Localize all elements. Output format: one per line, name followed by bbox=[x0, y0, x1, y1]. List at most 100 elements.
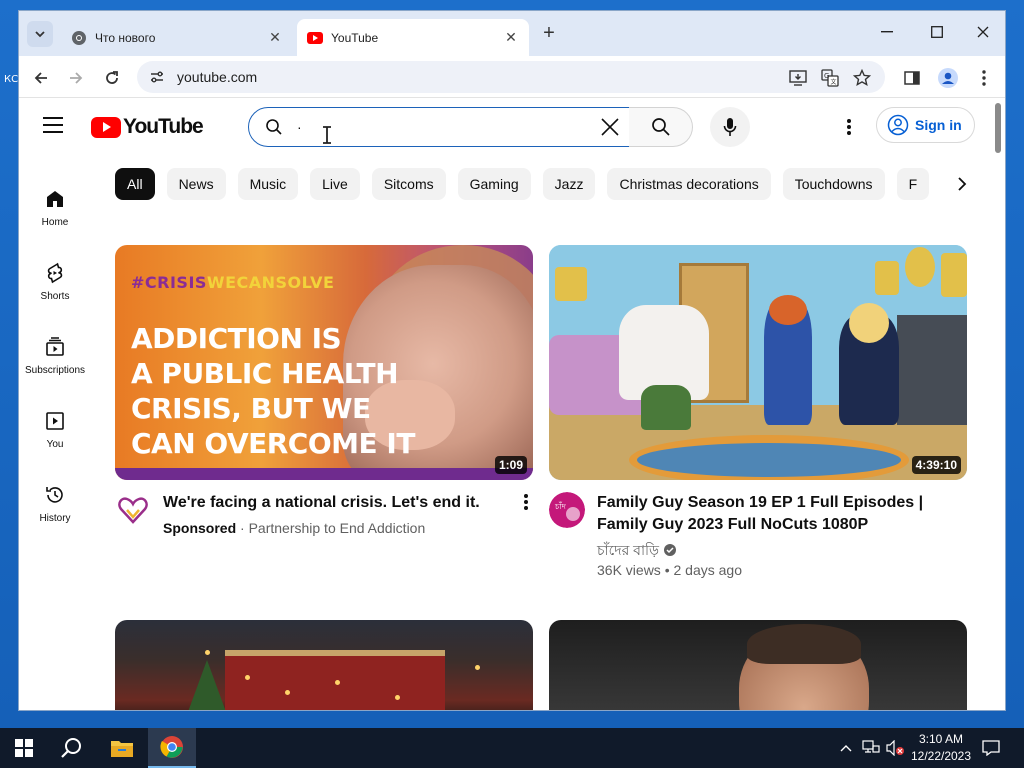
back-button[interactable] bbox=[28, 65, 54, 91]
file-explorer-button[interactable] bbox=[98, 728, 146, 768]
subscriptions-icon bbox=[46, 337, 64, 356]
sign-in-button[interactable]: Sign in bbox=[876, 107, 975, 143]
search-value: · bbox=[297, 119, 302, 135]
windows-logo-icon bbox=[15, 739, 33, 757]
start-button[interactable] bbox=[0, 728, 48, 768]
thumbnail-light bbox=[245, 675, 250, 680]
chip-sitcoms[interactable]: Sitcoms bbox=[371, 168, 446, 200]
chip-touchdowns[interactable]: Touchdowns bbox=[782, 168, 885, 200]
address-bar[interactable]: youtube.com bbox=[137, 61, 885, 93]
sidebar-item-label: Subscriptions bbox=[24, 365, 86, 376]
chip-partial[interactable]: F bbox=[896, 168, 930, 200]
sidebar-item-home[interactable]: Home bbox=[19, 171, 91, 235]
close-window-button[interactable] bbox=[963, 21, 1003, 43]
install-app-button[interactable] bbox=[787, 67, 809, 89]
thumbnail-character-head bbox=[849, 303, 889, 343]
taskbar-search-button[interactable] bbox=[48, 728, 96, 768]
maximize-button[interactable] bbox=[917, 21, 957, 43]
history-icon bbox=[46, 487, 63, 503]
chip-music[interactable]: Music bbox=[237, 168, 299, 200]
taskbar: 3:10 AM 12/22/2023 bbox=[0, 728, 1024, 768]
thumbnail-rug bbox=[629, 435, 909, 480]
heart-channel-avatar-icon[interactable] bbox=[115, 492, 151, 528]
chrome-taskbar-button[interactable] bbox=[148, 728, 196, 768]
video-card-sponsored[interactable]: #CRISISWECANSOLVE ADDICTION IS A PUBLIC … bbox=[115, 245, 533, 538]
tray-chevron-button[interactable] bbox=[836, 728, 856, 768]
chip-christmas-decorations[interactable]: Christmas decorations bbox=[607, 168, 771, 200]
browser-toolbar: youtube.com G文 bbox=[19, 56, 1005, 98]
sponsored-label: Sponsored bbox=[163, 520, 237, 536]
yt-header: YouTube · Sign in bbox=[19, 99, 991, 155]
notifications-button[interactable] bbox=[980, 728, 1002, 768]
search-icon bbox=[266, 119, 282, 135]
taskbar-clock[interactable]: 3:10 AM 12/22/2023 bbox=[906, 731, 976, 765]
video-title[interactable]: We're facing a national crisis. Let's en… bbox=[163, 492, 493, 514]
search-button[interactable] bbox=[629, 107, 693, 147]
side-panel-button[interactable] bbox=[901, 67, 923, 89]
video-thumbnail[interactable] bbox=[115, 620, 533, 710]
video-thumbnail[interactable]: 4:39:10 bbox=[549, 245, 967, 480]
tab-close-icon[interactable]: ✕ bbox=[503, 29, 519, 46]
upload-age: 2 days ago bbox=[673, 562, 743, 578]
network-button[interactable] bbox=[860, 728, 882, 768]
tab-search-button[interactable] bbox=[27, 21, 53, 47]
forward-button[interactable] bbox=[63, 65, 89, 91]
search-icon bbox=[61, 738, 81, 758]
search-input[interactable]: · bbox=[248, 107, 630, 147]
chip-news[interactable]: News bbox=[166, 168, 226, 200]
clock-time: 3:10 AM bbox=[918, 732, 964, 746]
view-count: 36K views bbox=[597, 562, 661, 578]
side-panel-icon bbox=[904, 71, 920, 85]
channel-name[interactable]: চাঁদের বাড়ি bbox=[597, 540, 659, 560]
new-tab-button[interactable]: + bbox=[539, 23, 559, 43]
scrollbar-thumb[interactable] bbox=[995, 103, 1001, 153]
svg-text:G: G bbox=[824, 72, 829, 80]
thumbnail-character-pants bbox=[641, 385, 691, 430]
browser-menu-button[interactable] bbox=[973, 67, 995, 89]
thumbnail-headline: ADDICTION IS A PUBLIC HEALTH CRISIS, BUT… bbox=[131, 321, 415, 461]
video-thumbnail[interactable]: #CRISISWECANSOLVE ADDICTION IS A PUBLIC … bbox=[115, 245, 533, 480]
chip-all[interactable]: All bbox=[115, 168, 155, 200]
video-thumbnail[interactable] bbox=[549, 620, 967, 710]
video-menu-button[interactable] bbox=[521, 492, 531, 512]
reload-button[interactable] bbox=[99, 65, 125, 91]
video-title[interactable]: Family Guy Season 19 EP 1 Full Episodes … bbox=[597, 492, 927, 536]
search-icon bbox=[651, 118, 670, 136]
page-scrollbar[interactable] bbox=[991, 99, 1005, 710]
you-library-icon bbox=[46, 412, 64, 430]
tab-close-icon[interactable]: ✕ bbox=[267, 29, 283, 46]
logo-text: YouTube bbox=[123, 115, 204, 138]
profile-button[interactable] bbox=[937, 67, 959, 89]
chip-gaming[interactable]: Gaming bbox=[457, 168, 531, 200]
tab-youtube[interactable]: YouTube ✕ bbox=[297, 19, 529, 56]
hamburger-menu-icon[interactable] bbox=[43, 117, 65, 137]
youtube-logo[interactable]: YouTube bbox=[91, 115, 204, 139]
tab-whats-new[interactable]: Что нового ✕ bbox=[61, 19, 293, 56]
sidebar-item-shorts[interactable]: Shorts bbox=[19, 245, 91, 309]
channel-avatar-icon[interactable]: চাঁদ bbox=[549, 492, 585, 528]
video-duration: 4:39:10 bbox=[911, 456, 961, 474]
voice-search-button[interactable] bbox=[710, 107, 750, 147]
video-subline: চাঁদের বাড়ি 36K views • 2 days ago bbox=[597, 540, 927, 580]
sidebar-item-label: Shorts bbox=[40, 291, 70, 302]
video-card-family-guy[interactable]: 4:39:10 চাঁদ Family Guy Season 19 EP 1 F… bbox=[549, 245, 967, 580]
minimize-button[interactable] bbox=[867, 21, 907, 43]
svg-text:文: 文 bbox=[831, 78, 837, 86]
bookmark-button[interactable] bbox=[851, 67, 873, 89]
volume-button[interactable] bbox=[884, 728, 906, 768]
home-icon bbox=[47, 191, 63, 207]
site-info-icon[interactable] bbox=[149, 69, 165, 85]
video-card-christmas[interactable] bbox=[115, 620, 533, 710]
chip-jazz[interactable]: Jazz bbox=[542, 168, 596, 200]
thumbnail-frame bbox=[941, 253, 967, 297]
chips-next-button[interactable] bbox=[949, 171, 975, 197]
chip-live[interactable]: Live bbox=[310, 168, 360, 200]
video-card-portrait[interactable] bbox=[549, 620, 967, 710]
sidebar-item-subscriptions[interactable]: Subscriptions bbox=[19, 319, 91, 383]
channel-name[interactable]: Partnership to End Addiction bbox=[249, 520, 426, 536]
settings-menu-button[interactable] bbox=[839, 117, 859, 137]
clear-search-icon[interactable] bbox=[599, 116, 621, 138]
sidebar-item-you[interactable]: You bbox=[19, 393, 91, 457]
sidebar-item-history[interactable]: History bbox=[19, 467, 91, 531]
translate-button[interactable]: G文 bbox=[819, 67, 841, 89]
